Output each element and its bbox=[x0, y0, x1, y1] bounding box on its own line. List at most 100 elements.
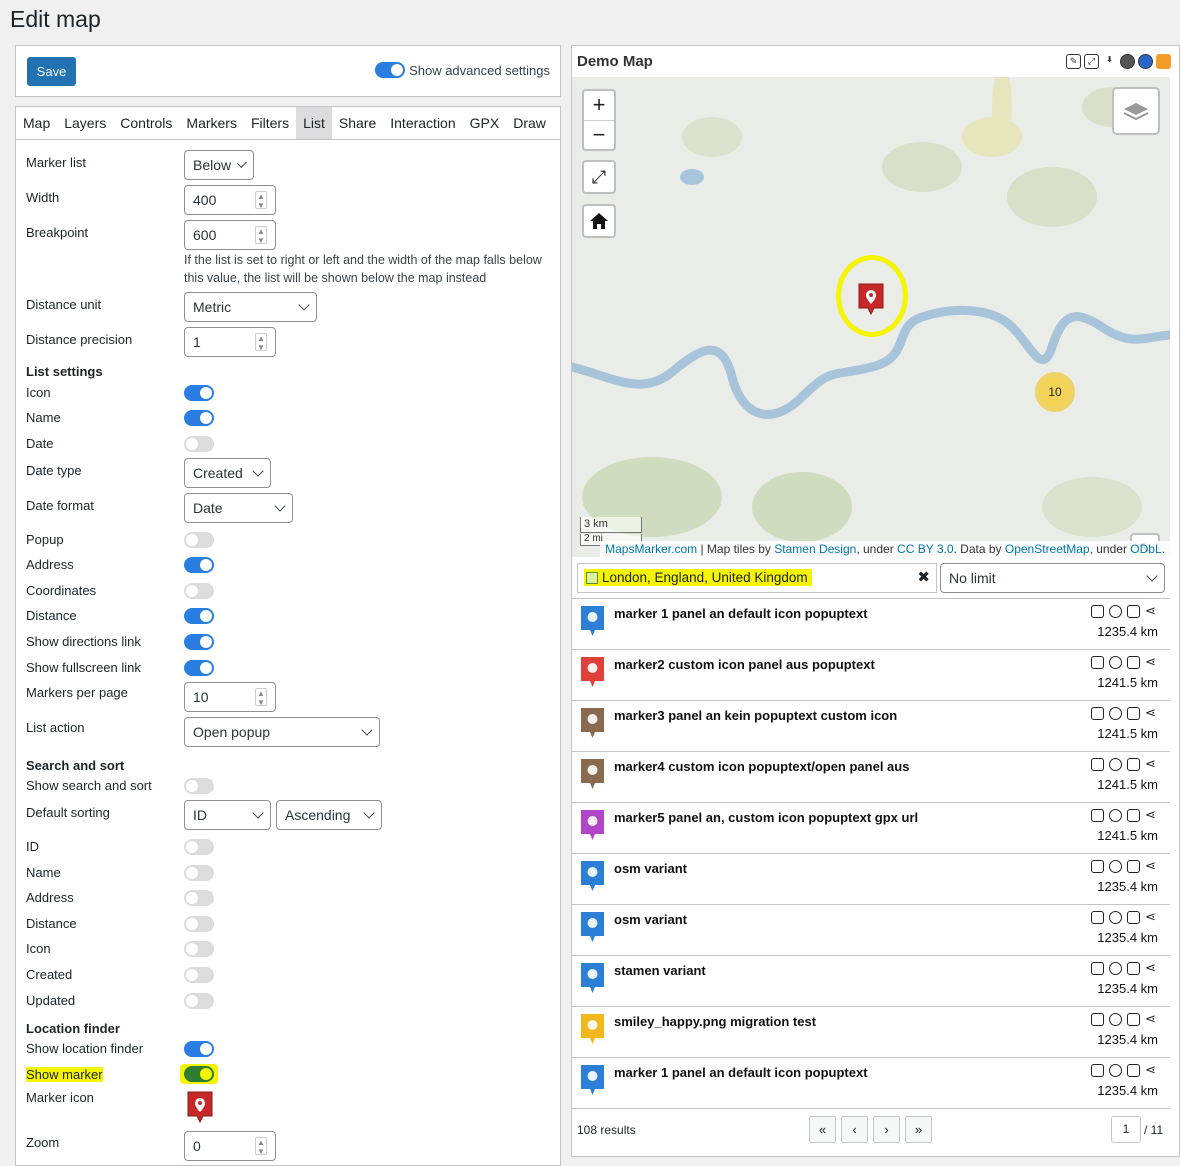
kml-icon[interactable] bbox=[1120, 54, 1135, 69]
edit-icon[interactable] bbox=[1091, 860, 1104, 873]
popup-toggle[interactable] bbox=[184, 532, 214, 548]
ccby-link[interactable]: CC BY 3.0 bbox=[897, 542, 953, 556]
tab-filters[interactable]: Filters bbox=[244, 107, 296, 139]
next-page-button[interactable]: › bbox=[873, 1116, 900, 1143]
advanced-settings-toggle[interactable] bbox=[375, 62, 406, 78]
marker-name[interactable]: marker 1 panel an default icon popuptext bbox=[614, 606, 868, 621]
list-item[interactable]: marker 1 panel an default icon popuptext… bbox=[572, 1057, 1170, 1108]
distance-toggle[interactable] bbox=[184, 608, 214, 624]
fullscreen-icon[interactable] bbox=[1127, 656, 1140, 669]
show-location-toggle[interactable] bbox=[184, 1041, 214, 1057]
tab-layers[interactable]: Layers bbox=[57, 107, 113, 139]
per-page-input[interactable]: 10 ▲ ▼ bbox=[184, 682, 276, 712]
show-marker-toggle[interactable] bbox=[184, 1066, 214, 1082]
directions-icon[interactable] bbox=[1109, 707, 1122, 720]
directions-icon[interactable] bbox=[1109, 1064, 1122, 1077]
list-item[interactable]: osm variant ⋖ 1235.4 km bbox=[572, 904, 1170, 955]
edit-icon[interactable]: ✎ bbox=[1066, 54, 1081, 69]
list-action-select[interactable]: Open popup bbox=[184, 717, 380, 747]
location-search-field[interactable]: London, England, United Kingdom ✖ bbox=[577, 563, 937, 593]
mapsmarker-link[interactable]: MapsMarker.com bbox=[605, 542, 697, 556]
date-toggle[interactable] bbox=[184, 436, 214, 452]
sort-icon-toggle[interactable] bbox=[184, 941, 214, 957]
limit-select[interactable]: No limit bbox=[940, 563, 1165, 593]
width-input[interactable]: 400 ▲ ▼ bbox=[184, 185, 276, 215]
fullscreen-icon[interactable] bbox=[1127, 962, 1140, 975]
date-format-select[interactable]: Date bbox=[184, 493, 293, 523]
fullscreen-icon[interactable] bbox=[1127, 911, 1140, 924]
directions-icon[interactable] bbox=[1109, 809, 1122, 822]
distance-precision-input[interactable]: 1 ▲ ▼ bbox=[184, 327, 276, 357]
first-page-button[interactable]: « bbox=[809, 1116, 836, 1143]
geo-icon[interactable] bbox=[1138, 54, 1153, 69]
marker-cluster[interactable]: 10 bbox=[1035, 372, 1075, 412]
home-button[interactable] bbox=[582, 204, 616, 238]
fullscreen-icon[interactable] bbox=[1127, 758, 1140, 771]
fullscreen-icon[interactable] bbox=[1127, 1013, 1140, 1026]
distance-unit-select[interactable]: Metric bbox=[184, 292, 317, 322]
directions-icon[interactable] bbox=[1109, 1013, 1122, 1026]
share-icon[interactable]: ⋖ bbox=[1145, 757, 1158, 771]
marker-name[interactable]: marker 1 panel an default icon popuptext bbox=[614, 1065, 868, 1080]
zoom-in-button[interactable]: + bbox=[584, 91, 614, 120]
share-icon[interactable]: ⋖ bbox=[1145, 961, 1158, 975]
marker-name[interactable]: marker5 panel an, custom icon popuptext … bbox=[614, 810, 918, 825]
fullscreen-toggle[interactable] bbox=[184, 660, 214, 676]
sort-created-toggle[interactable] bbox=[184, 967, 214, 983]
fullscreen-icon[interactable] bbox=[1127, 809, 1140, 822]
edit-icon[interactable] bbox=[1091, 911, 1104, 924]
sort-distance-toggle[interactable] bbox=[184, 916, 214, 932]
sort-address-toggle[interactable] bbox=[184, 890, 214, 906]
rss-icon[interactable] bbox=[1156, 54, 1171, 69]
fullscreen-icon[interactable] bbox=[1127, 1064, 1140, 1077]
spinner-icon[interactable]: ▲ ▼ bbox=[255, 333, 267, 352]
map-marker-icon[interactable] bbox=[857, 282, 885, 316]
directions-icon[interactable] bbox=[1109, 962, 1122, 975]
share-icon[interactable]: ⋖ bbox=[1145, 655, 1158, 669]
fullscreen-icon[interactable]: ⤢ bbox=[1084, 54, 1099, 69]
sort-updated-toggle[interactable] bbox=[184, 993, 214, 1009]
share-icon[interactable]: ⋖ bbox=[1145, 859, 1158, 873]
stamen-link[interactable]: Stamen Design bbox=[774, 542, 856, 556]
edit-icon[interactable] bbox=[1091, 605, 1104, 618]
share-icon[interactable]: ⋖ bbox=[1145, 706, 1158, 720]
share-icon[interactable]: ⋖ bbox=[1145, 808, 1158, 822]
edit-icon[interactable] bbox=[1091, 656, 1104, 669]
edit-icon[interactable] bbox=[1091, 1064, 1104, 1077]
spinner-icon[interactable]: ▲ ▼ bbox=[255, 226, 267, 245]
breakpoint-input[interactable]: 600 ▲ ▼ bbox=[184, 220, 276, 250]
sort-field-select[interactable]: ID bbox=[184, 800, 271, 830]
share-icon[interactable]: ⋖ bbox=[1145, 604, 1158, 618]
edit-icon[interactable] bbox=[1091, 809, 1104, 822]
clear-location-icon[interactable]: ✖ bbox=[917, 568, 930, 586]
sort-order-select[interactable]: Ascending bbox=[276, 800, 382, 830]
marker-name[interactable]: smiley_happy.png migration test bbox=[614, 1014, 816, 1029]
gpx-download-icon[interactable]: ⬇ bbox=[1102, 54, 1117, 69]
marker-icon-preview[interactable] bbox=[186, 1090, 214, 1127]
tab-list[interactable]: List bbox=[296, 107, 332, 139]
address-toggle[interactable] bbox=[184, 557, 214, 573]
fullscreen-icon[interactable] bbox=[1127, 860, 1140, 873]
fullscreen-icon[interactable] bbox=[1127, 707, 1140, 720]
list-item[interactable]: marker 1 panel an default icon popuptext… bbox=[572, 598, 1170, 649]
spinner-icon[interactable]: ▲ ▼ bbox=[255, 688, 267, 707]
directions-icon[interactable] bbox=[1109, 605, 1122, 618]
directions-icon[interactable] bbox=[1109, 656, 1122, 669]
sort-name-toggle[interactable] bbox=[184, 865, 214, 881]
directions-icon[interactable] bbox=[1109, 911, 1122, 924]
fullscreen-map-button[interactable]: ⤢ bbox=[582, 160, 616, 194]
fullscreen-icon[interactable] bbox=[1127, 605, 1140, 618]
icon-toggle[interactable] bbox=[184, 385, 214, 401]
map-canvas[interactable]: + − ⤢ 10 ⬉ 3 km 2 mi bbox=[572, 77, 1170, 557]
list-item[interactable]: smiley_happy.png migration test ⋖ 1235.4 k… bbox=[572, 1006, 1170, 1057]
list-item[interactable]: osm variant ⋖ 1235.4 km bbox=[572, 853, 1170, 904]
list-item[interactable]: marker3 panel an kein popuptext custom i… bbox=[572, 700, 1170, 751]
marker-name[interactable]: marker3 panel an kein popuptext custom i… bbox=[614, 708, 897, 723]
directions-toggle[interactable] bbox=[184, 634, 214, 650]
marker-list-select[interactable]: Below bbox=[184, 150, 254, 180]
edit-icon[interactable] bbox=[1091, 1013, 1104, 1026]
list-item[interactable]: marker2 custom icon panel aus popuptext ⋖… bbox=[572, 649, 1170, 700]
odbl-link[interactable]: ODbL bbox=[1130, 542, 1161, 556]
list-item[interactable]: marker4 custom icon popuptext/open panel… bbox=[572, 751, 1170, 802]
share-icon[interactable]: ⋖ bbox=[1145, 910, 1158, 924]
